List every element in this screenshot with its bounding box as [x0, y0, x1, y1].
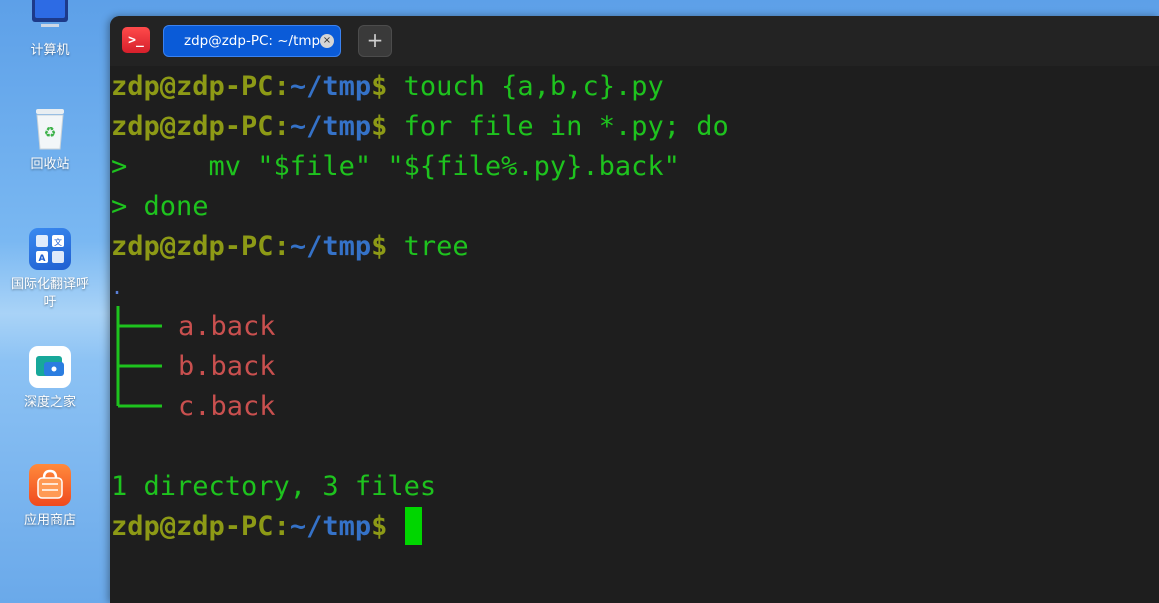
- terminal-line: zdp@zdp-PC:~/tmp$: [111, 507, 423, 547]
- terminal-window[interactable]: >_ zdp@zdp-PC: ~/tmp × + zdp@zdp-PC:~/tm…: [110, 16, 1159, 603]
- continuation-line: > mv "$file" "${file%.py}.back": [111, 151, 680, 182]
- close-icon[interactable]: ×: [320, 34, 334, 48]
- svg-text:A: A: [39, 254, 46, 264]
- prompt-user-host: zdp@zdp-PC: [111, 231, 274, 262]
- prompt-dollar: $: [371, 111, 388, 142]
- prompt-user-host: zdp@zdp-PC: [111, 511, 274, 542]
- prompt-user-host: zdp@zdp-PC: [111, 71, 274, 102]
- prompt-dollar: $: [371, 511, 388, 542]
- add-tab-button[interactable]: +: [358, 25, 392, 57]
- prompt-path: ~/tmp: [289, 231, 372, 262]
- app-store-icon: [29, 464, 71, 506]
- desktop-item-computer[interactable]: 计算机: [0, 0, 100, 60]
- tree-file: b.back: [178, 351, 276, 382]
- desktop-item-app-store[interactable]: 应用商店: [0, 464, 100, 530]
- tree-summary: 1 directory, 3 files: [111, 471, 437, 502]
- tree-file: c.back: [178, 391, 276, 422]
- terminal-line: zdp@zdp-PC:~/tmp$ touch {a,b,c}.py: [111, 67, 664, 107]
- prompt-dollar: $: [371, 71, 388, 102]
- tree-root: .: [111, 275, 124, 299]
- tab-title: zdp@zdp-PC: ~/tmp: [184, 33, 321, 49]
- desktop-item-label: 应用商店: [23, 513, 76, 528]
- desktop-icons: 计算机 ♻ 回收站 A 文 国际化翻译呼吁 深度之家 应用商店: [0, 0, 100, 603]
- tree-file: a.back: [178, 311, 276, 342]
- desktop-item-deepin-home[interactable]: 深度之家: [0, 346, 100, 412]
- prompt-path: ~/tmp: [289, 71, 372, 102]
- desktop-item-label: 计算机: [30, 43, 70, 58]
- continuation-line: > done: [111, 191, 209, 222]
- tree-connector-lines: [116, 306, 162, 408]
- command-text: touch {a,b,c}.py: [387, 71, 664, 102]
- terminal-line: zdp@zdp-PC:~/tmp$ for file in *.py; do: [111, 107, 729, 147]
- prompt-colon: :: [273, 511, 290, 542]
- terminal-output[interactable]: zdp@zdp-PC:~/tmp$ touch {a,b,c}.py zdp@z…: [110, 66, 1159, 603]
- terminal-app-icon[interactable]: >_: [122, 27, 150, 53]
- desktop-item-trash[interactable]: ♻ 回收站: [0, 108, 100, 174]
- command-text: tree: [387, 231, 469, 262]
- prompt-colon: :: [273, 71, 290, 102]
- command-text: for file in *.py; do: [387, 111, 729, 142]
- computer-icon: [29, 0, 71, 36]
- desktop-item-label: 深度之家: [23, 395, 76, 410]
- text-cursor[interactable]: [405, 507, 423, 545]
- trash-icon: ♻: [29, 108, 71, 150]
- prompt-path: ~/tmp: [289, 511, 372, 542]
- translate-icon: A 文: [29, 228, 71, 270]
- terminal-line: zdp@zdp-PC:~/tmp$ tree: [111, 227, 469, 267]
- prompt-colon: :: [273, 231, 290, 262]
- terminal-titlebar[interactable]: >_ zdp@zdp-PC: ~/tmp × +: [110, 16, 1159, 66]
- svg-text:文: 文: [54, 237, 62, 247]
- desktop-item-label: 国际化翻译呼吁: [10, 277, 89, 310]
- prompt-path: ~/tmp: [289, 111, 372, 142]
- desktop-item-translate[interactable]: A 文 国际化翻译呼吁: [0, 228, 100, 312]
- prompt-user-host: zdp@zdp-PC: [111, 111, 274, 142]
- deepin-home-icon: [29, 346, 71, 388]
- tab-terminal[interactable]: zdp@zdp-PC: ~/tmp ×: [163, 25, 341, 57]
- prompt-dollar: $: [371, 231, 388, 262]
- svg-text:♻: ♻: [44, 125, 57, 141]
- desktop-item-label: 回收站: [30, 157, 70, 172]
- prompt-colon: :: [273, 111, 290, 142]
